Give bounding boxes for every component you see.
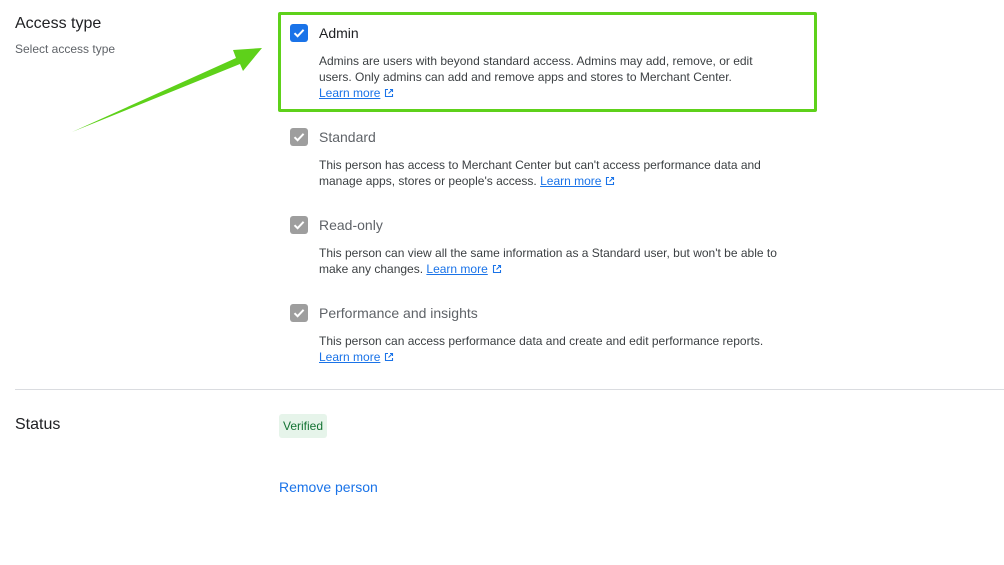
read-only-label: Read-only: [319, 217, 383, 233]
external-link-icon: [492, 264, 502, 274]
checkmark-icon: [293, 221, 305, 230]
remove-person-button[interactable]: Remove person: [279, 479, 378, 495]
standard-label: Standard: [319, 129, 376, 145]
performance-insights-checkbox: [290, 304, 308, 322]
read-only-learn-more-link[interactable]: Learn more: [426, 262, 487, 276]
performance-insights-learn-more-link[interactable]: Learn more: [319, 350, 380, 364]
status-badge: Verified: [279, 414, 328, 438]
read-only-checkbox: [290, 216, 308, 234]
admin-highlight-box: [278, 12, 817, 112]
performance-insights-description-text: This person can access performance data …: [319, 334, 764, 348]
section-divider: [15, 389, 1004, 390]
read-only-description-text: This person can view all the same inform…: [319, 246, 777, 276]
external-link-icon: [605, 176, 615, 186]
annotation-arrow: [72, 48, 262, 132]
performance-insights-label: Performance and insights: [319, 305, 478, 321]
external-link-icon: [384, 352, 394, 362]
standard-learn-more-link[interactable]: Learn more: [540, 174, 601, 188]
standard-description: This person has access to Merchant Cente…: [319, 157, 779, 189]
read-only-description: This person can view all the same inform…: [319, 245, 779, 277]
performance-insights-description: This person can access performance data …: [319, 333, 779, 365]
status-heading: Status: [15, 416, 61, 433]
checkmark-icon: [293, 309, 305, 318]
